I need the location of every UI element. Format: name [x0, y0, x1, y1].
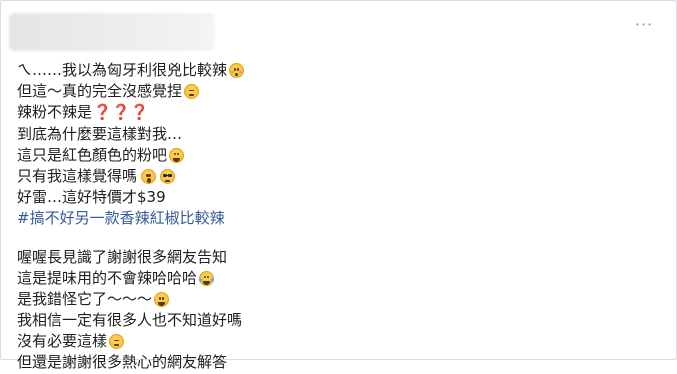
post-card: ··· ㄟ……我以為匈牙利很兇比較辣 但這～真的完全沒感覺捏 辣粉不辣是 ❓❓❓… — [0, 0, 677, 371]
post-line: #搞不好另一款香辣紅椒比較辣 — [17, 208, 660, 229]
post-line: 只有我這樣覺得嗎 — [17, 166, 660, 187]
more-options-icon: ··· — [634, 15, 654, 34]
sunglasses-face-emoji-icon — [160, 169, 176, 185]
post-line: 我相信一定有很多人也不知道好嗎 — [17, 311, 243, 330]
grinning-squinting-face-emoji-icon — [169, 147, 185, 163]
author-info-redacted — [9, 13, 215, 51]
post-line: 這只是紅色顏色的粉吧 — [17, 145, 660, 166]
hashtag-link[interactable]: #搞不好另一款香辣紅椒比較辣 — [17, 208, 225, 229]
flushed-face-emoji-icon — [229, 63, 245, 79]
astonished-face-emoji-icon — [141, 169, 157, 185]
post-line: 好雷…這好特價才$39 — [17, 188, 166, 207]
post-line: 但這～真的完全沒感覺捏 — [17, 81, 660, 102]
tears-of-joy-emoji-icon — [199, 270, 215, 286]
post-line: 是我錯怪它了～～～ — [17, 289, 660, 310]
grinning-face-sweat-emoji-icon — [154, 291, 170, 307]
post-line: 喔喔長見識了謝謝很多網友告知 — [17, 247, 228, 266]
expressionless-face-emoji-icon — [109, 334, 125, 350]
more-options-button[interactable]: ··· — [634, 15, 654, 35]
post-text: ㄟ……我以為匈牙利很兇比較辣 但這～真的完全沒感覺捏 辣粉不辣是 ❓❓❓ 到底為… — [17, 60, 660, 374]
post-line: ㄟ……我以為匈牙利很兇比較辣 — [17, 60, 660, 81]
post-line: 這是提味用的不會辣哈哈哈 — [17, 268, 660, 289]
post-line: 但還是謝謝很多熱心的網友解答 — [17, 353, 228, 372]
post-line: 沒有必要這樣 — [17, 331, 660, 352]
question-marks-emoji-icon: ❓❓❓ — [93, 103, 150, 122]
post-line: 到底為什麼要這樣對我… — [17, 124, 183, 143]
post-line: 辣粉不辣是 ❓❓❓ — [17, 102, 660, 123]
expressionless-face-emoji-icon — [184, 84, 200, 100]
